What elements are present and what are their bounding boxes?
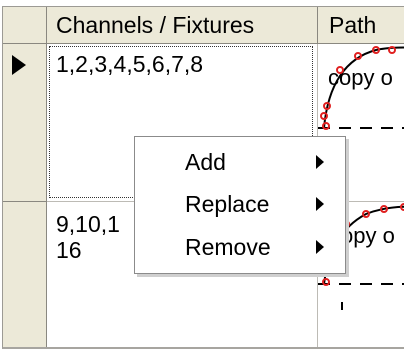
submenu-arrow-icon <box>316 240 324 254</box>
row-header[interactable] <box>3 44 47 202</box>
menu-item-label: Replace <box>185 191 270 217</box>
context-menu: Add Replace Remove <box>134 136 346 274</box>
column-header-channels[interactable]: Channels / Fixtures <box>47 7 318 44</box>
menu-item-add[interactable]: Add <box>135 141 345 183</box>
submenu-arrow-icon <box>316 197 324 211</box>
header-corner <box>3 7 47 44</box>
menu-item-label: Add <box>185 149 226 175</box>
row-header[interactable] <box>3 202 47 347</box>
submenu-arrow-icon <box>316 155 324 169</box>
menu-item-replace[interactable]: Replace <box>135 183 345 225</box>
current-row-arrow-icon <box>12 55 26 75</box>
menu-item-label: Remove <box>185 234 271 260</box>
column-header-path[interactable]: Path <box>318 7 404 44</box>
menu-item-remove[interactable]: Remove <box>135 226 345 268</box>
path-cell-text: copy o <box>328 65 393 90</box>
